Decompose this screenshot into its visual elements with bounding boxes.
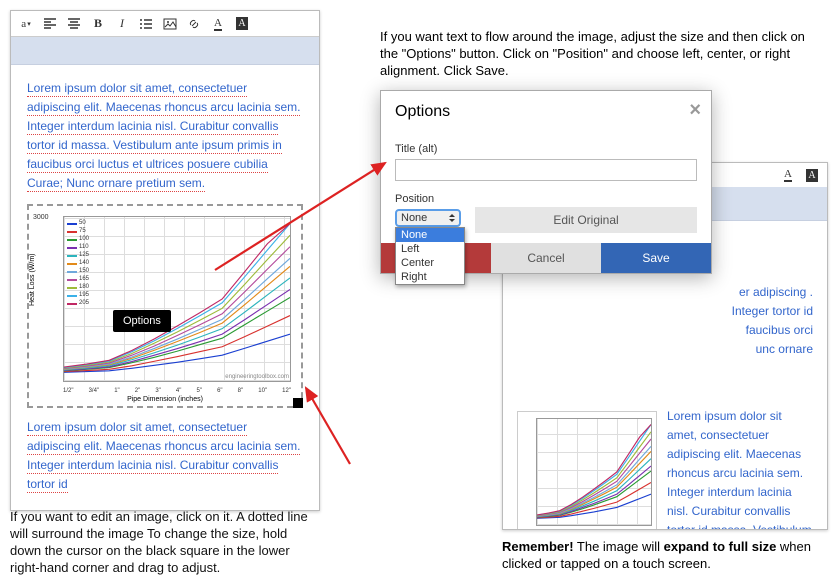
position-label: Position <box>395 193 697 205</box>
chart-x-ticks: 1/2"3/4"1"2"3"4"5"6"8"10"12" <box>63 388 291 394</box>
rich-text-editor: a▾ B I A A Lorem ipsum dolor sit amet, c… <box>10 10 320 511</box>
title-alt-input[interactable] <box>395 159 697 181</box>
chart-y-label: Heat Loss (W/m) <box>29 253 36 306</box>
instruction-edit-image: If you want to edit an image, click on i… <box>10 508 320 576</box>
highlight-button[interactable]: A <box>803 166 821 184</box>
align-left-button[interactable] <box>41 15 59 33</box>
body-text-bottom[interactable]: Lorem ipsum dolor sit amet, consectetuer… <box>27 418 303 494</box>
image-options-button[interactable]: Options <box>113 310 171 332</box>
edit-original-button[interactable]: Edit Original <box>475 207 697 233</box>
cancel-button[interactable]: Cancel <box>491 243 601 273</box>
position-select[interactable]: None <box>395 209 461 227</box>
chart-x-label: Pipe Dimension (inches) <box>127 396 203 403</box>
position-dropdown: NoneLeftCenterRight <box>395 227 465 285</box>
image-options-dialog: Options × Title (alt) Position None None… <box>380 90 712 274</box>
remember-note: Remember! The image will expand to full … <box>502 538 828 572</box>
title-alt-label: Title (alt) <box>395 143 697 155</box>
position-option-right[interactable]: Right <box>396 270 464 284</box>
highlight-button[interactable]: A <box>233 15 251 33</box>
resize-handle[interactable] <box>293 398 303 408</box>
italic-button[interactable]: I <box>113 15 131 33</box>
position-option-none[interactable]: None <box>396 228 464 242</box>
bold-button[interactable]: B <box>89 15 107 33</box>
wrapped-image[interactable] <box>517 411 657 530</box>
chart-image: 3000 Heat Loss (W/m) 5075100110125140150… <box>31 208 299 404</box>
insert-image-button[interactable] <box>161 15 179 33</box>
position-option-center[interactable]: Center <box>396 256 464 270</box>
font-size-picker[interactable]: a▾ <box>17 15 35 33</box>
embedded-image-selected[interactable]: 3000 Heat Loss (W/m) 5075100110125140150… <box>27 204 303 408</box>
position-option-left[interactable]: Left <box>396 242 464 256</box>
save-button[interactable]: Save <box>601 243 711 273</box>
editor-header-strip <box>11 37 319 65</box>
insert-link-button[interactable] <box>185 15 203 33</box>
text-color-button[interactable]: A <box>779 166 797 184</box>
list-button[interactable] <box>137 15 155 33</box>
chart-watermark: engineeringtoolbox.com <box>225 374 289 380</box>
dialog-close-button[interactable]: × <box>689 99 701 122</box>
body-text-top[interactable]: Lorem ipsum dolor sit amet, consectetuer… <box>27 79 303 193</box>
chart-legend: 5075100110125140150165180195205 <box>67 220 89 308</box>
editor-toolbar: a▾ B I A A <box>11 11 319 37</box>
dialog-title: Options <box>395 103 450 120</box>
text-color-button[interactable]: A <box>209 15 227 33</box>
right-partial-text: er adipiscing . Integer tortor id faucib… <box>723 283 813 359</box>
align-center-button[interactable] <box>65 15 83 33</box>
instruction-text-flow: If you want text to flow around the imag… <box>380 28 820 79</box>
chart-y-max: 3000 <box>33 214 49 221</box>
